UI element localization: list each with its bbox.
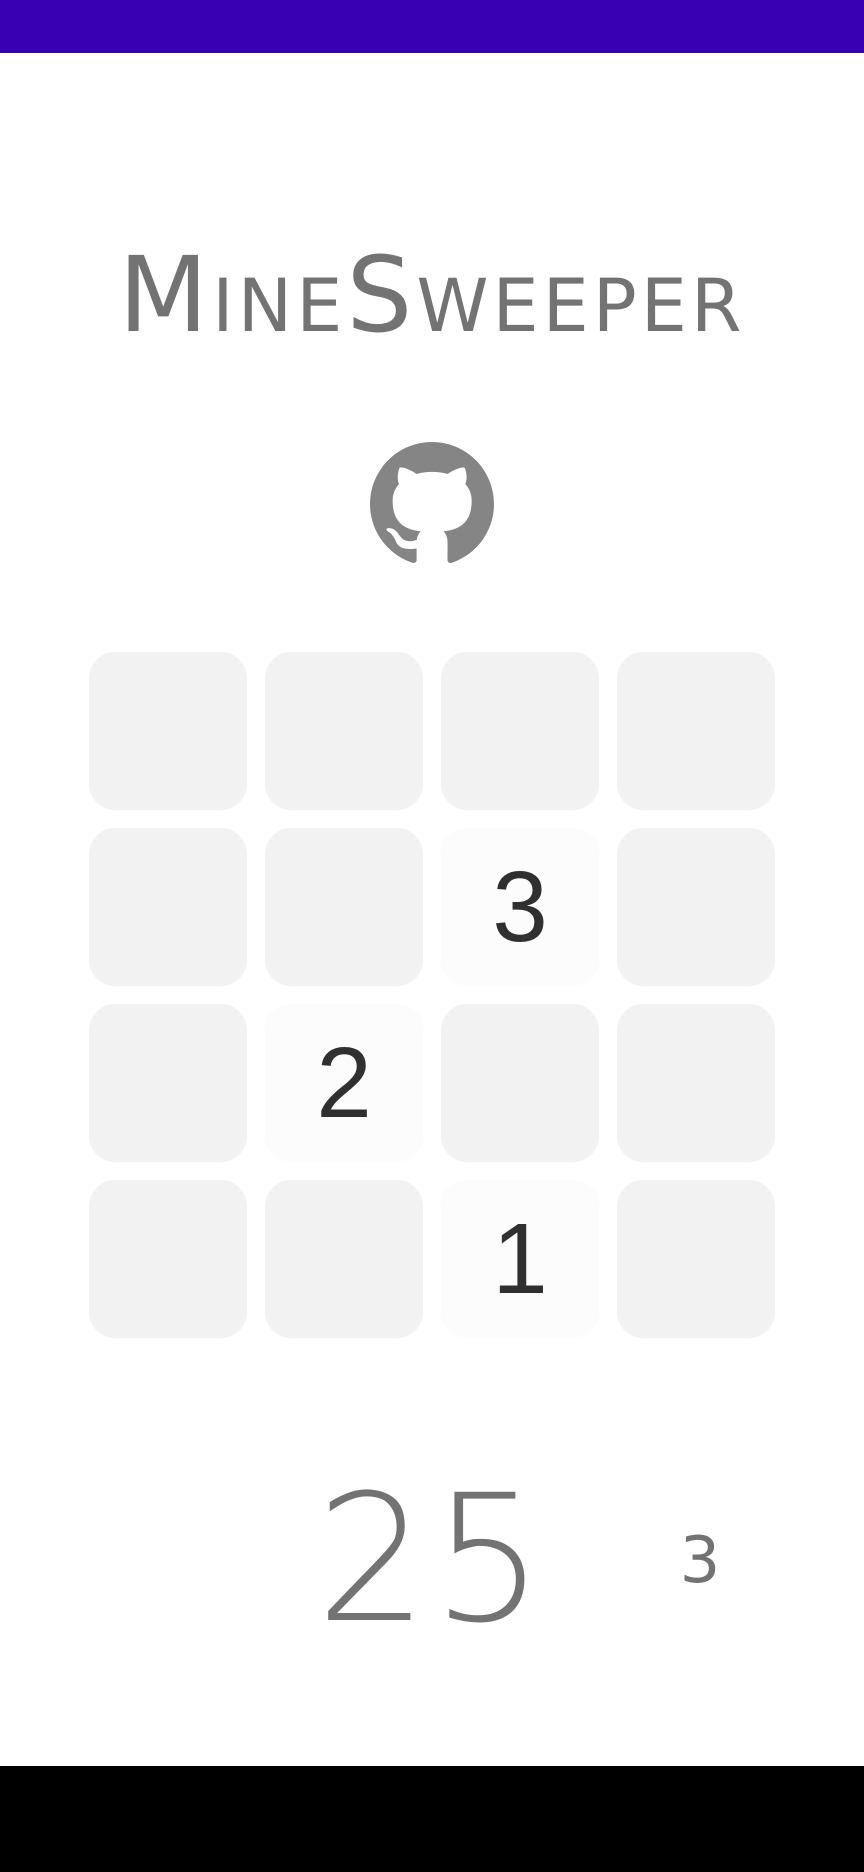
board-cell[interactable] bbox=[89, 652, 247, 810]
board-cell[interactable] bbox=[617, 652, 775, 810]
app-title: MineSweeper bbox=[118, 234, 746, 356]
board-cell[interactable] bbox=[617, 1180, 775, 1338]
board-cell[interactable] bbox=[89, 1180, 247, 1338]
status-bar bbox=[0, 0, 864, 53]
board-cell[interactable] bbox=[265, 652, 423, 810]
board-cell[interactable] bbox=[441, 1004, 599, 1162]
board-cell[interactable] bbox=[89, 828, 247, 986]
board-cell[interactable] bbox=[265, 828, 423, 986]
minefield-board: 3 2 1 bbox=[89, 652, 775, 1338]
board-cell[interactable]: 3 bbox=[441, 828, 599, 986]
github-icon bbox=[370, 442, 494, 563]
move-counter: 25 bbox=[316, 1457, 548, 1662]
board-cell[interactable]: 1 bbox=[441, 1180, 599, 1338]
github-link[interactable] bbox=[370, 442, 494, 566]
board-cell[interactable] bbox=[89, 1004, 247, 1162]
navigation-bar bbox=[0, 1766, 864, 1872]
board-cell[interactable] bbox=[617, 1004, 775, 1162]
board-cell[interactable] bbox=[265, 1180, 423, 1338]
board-cell[interactable]: 2 bbox=[265, 1004, 423, 1162]
mines-remaining: 3 bbox=[679, 1524, 721, 1598]
board-cell[interactable] bbox=[441, 652, 599, 810]
board-cell[interactable] bbox=[617, 828, 775, 986]
